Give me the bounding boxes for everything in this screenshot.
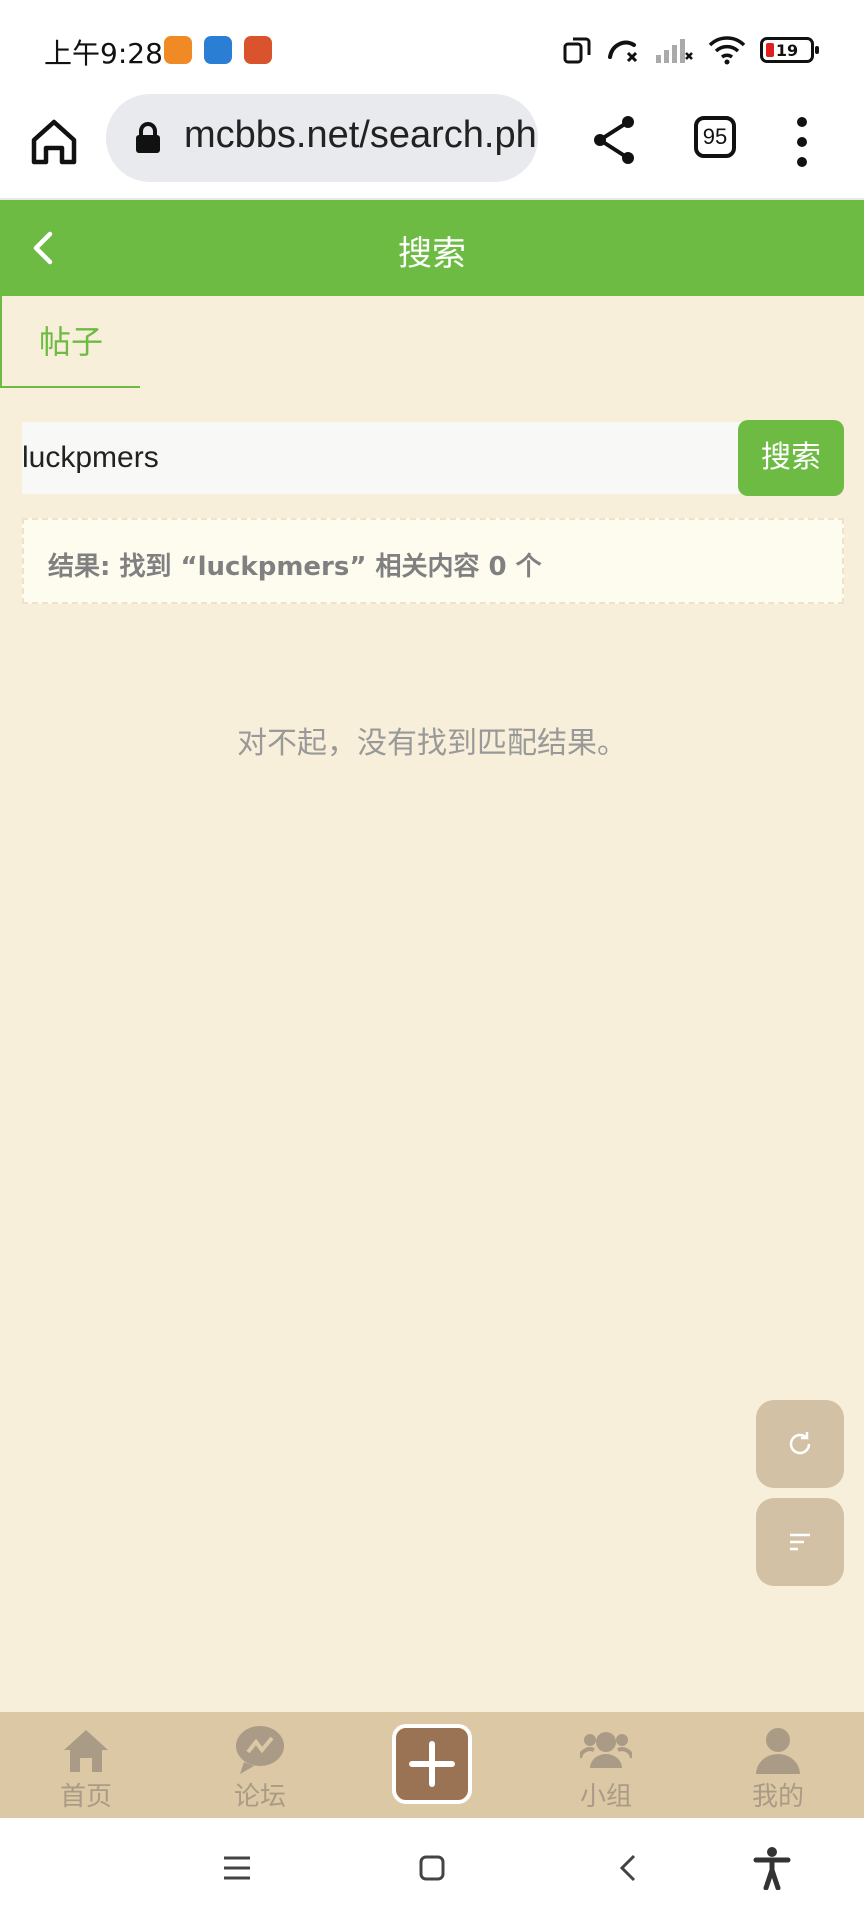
forum-icon	[236, 1726, 284, 1774]
browser-toolbar: mcbbs.net/search.ph 95	[0, 90, 864, 200]
lock-icon	[136, 122, 160, 153]
refresh-button[interactable]	[756, 1400, 844, 1488]
nav-home[interactable]: 首页	[16, 1712, 156, 1818]
home-icon	[64, 1730, 108, 1772]
nav-me[interactable]: 我的	[708, 1712, 848, 1818]
battery-indicator: 19	[760, 37, 819, 63]
refresh-icon	[789, 1432, 811, 1455]
status-bar: 上午9:28 19	[0, 0, 864, 90]
app-notification-icon	[244, 36, 272, 64]
share-icon[interactable]	[590, 112, 640, 168]
app-header: 搜索	[0, 200, 864, 296]
nav-forum[interactable]: 论坛	[190, 1712, 330, 1818]
more-menu-icon[interactable]	[786, 114, 818, 170]
result-summary-box: 结果: 找到 “luckpmers” 相关内容 0 个	[22, 518, 844, 604]
screen-mirror-icon	[563, 37, 591, 64]
search-button[interactable]: 搜索	[738, 420, 844, 496]
user-icon	[756, 1728, 800, 1774]
sort-button[interactable]	[756, 1498, 844, 1586]
home-icon[interactable]	[24, 112, 84, 172]
new-post-button[interactable]	[392, 1724, 472, 1804]
url-bar[interactable]: mcbbs.net/search.ph	[106, 94, 538, 182]
nav-label: 首页	[59, 1782, 112, 1812]
tab-bar: 帖子	[0, 296, 864, 388]
app-notification-icon	[204, 36, 232, 64]
home-button-icon[interactable]	[418, 1854, 446, 1882]
tab-posts[interactable]: 帖子	[0, 296, 140, 388]
wifi-icon	[708, 36, 746, 65]
plus-icon	[409, 1741, 455, 1787]
url-text[interactable]: mcbbs.net/search.ph	[184, 114, 537, 157]
system-nav-bar	[0, 1818, 864, 1920]
nav-label: 小组	[579, 1782, 632, 1812]
back-button-icon[interactable]	[616, 1852, 642, 1884]
page-title: 搜索	[398, 234, 466, 274]
result-summary: 结果: 找到 “luckpmers” 相关内容 0 个	[48, 552, 542, 582]
app-notification-icon	[164, 36, 192, 64]
recent-apps-icon[interactable]	[222, 1854, 252, 1882]
status-time: 上午9:28	[44, 37, 163, 70]
sort-icon	[790, 1533, 810, 1551]
accessibility-icon[interactable]	[752, 1846, 792, 1890]
empty-result-message: 对不起，没有找到匹配结果。	[237, 726, 627, 761]
nav-label: 我的	[751, 1782, 804, 1812]
nav-label: 论坛	[233, 1782, 286, 1812]
search-input[interactable]	[22, 422, 742, 494]
call-muted-icon	[608, 40, 638, 63]
tab-count-button[interactable]: 95	[694, 116, 736, 158]
bottom-nav: 首页 论坛 小组 我的	[0, 1712, 864, 1818]
status-indicators: 19	[562, 32, 819, 68]
nav-group[interactable]: 小组	[536, 1712, 676, 1818]
group-icon	[580, 1732, 632, 1768]
signal-icon	[656, 39, 693, 63]
